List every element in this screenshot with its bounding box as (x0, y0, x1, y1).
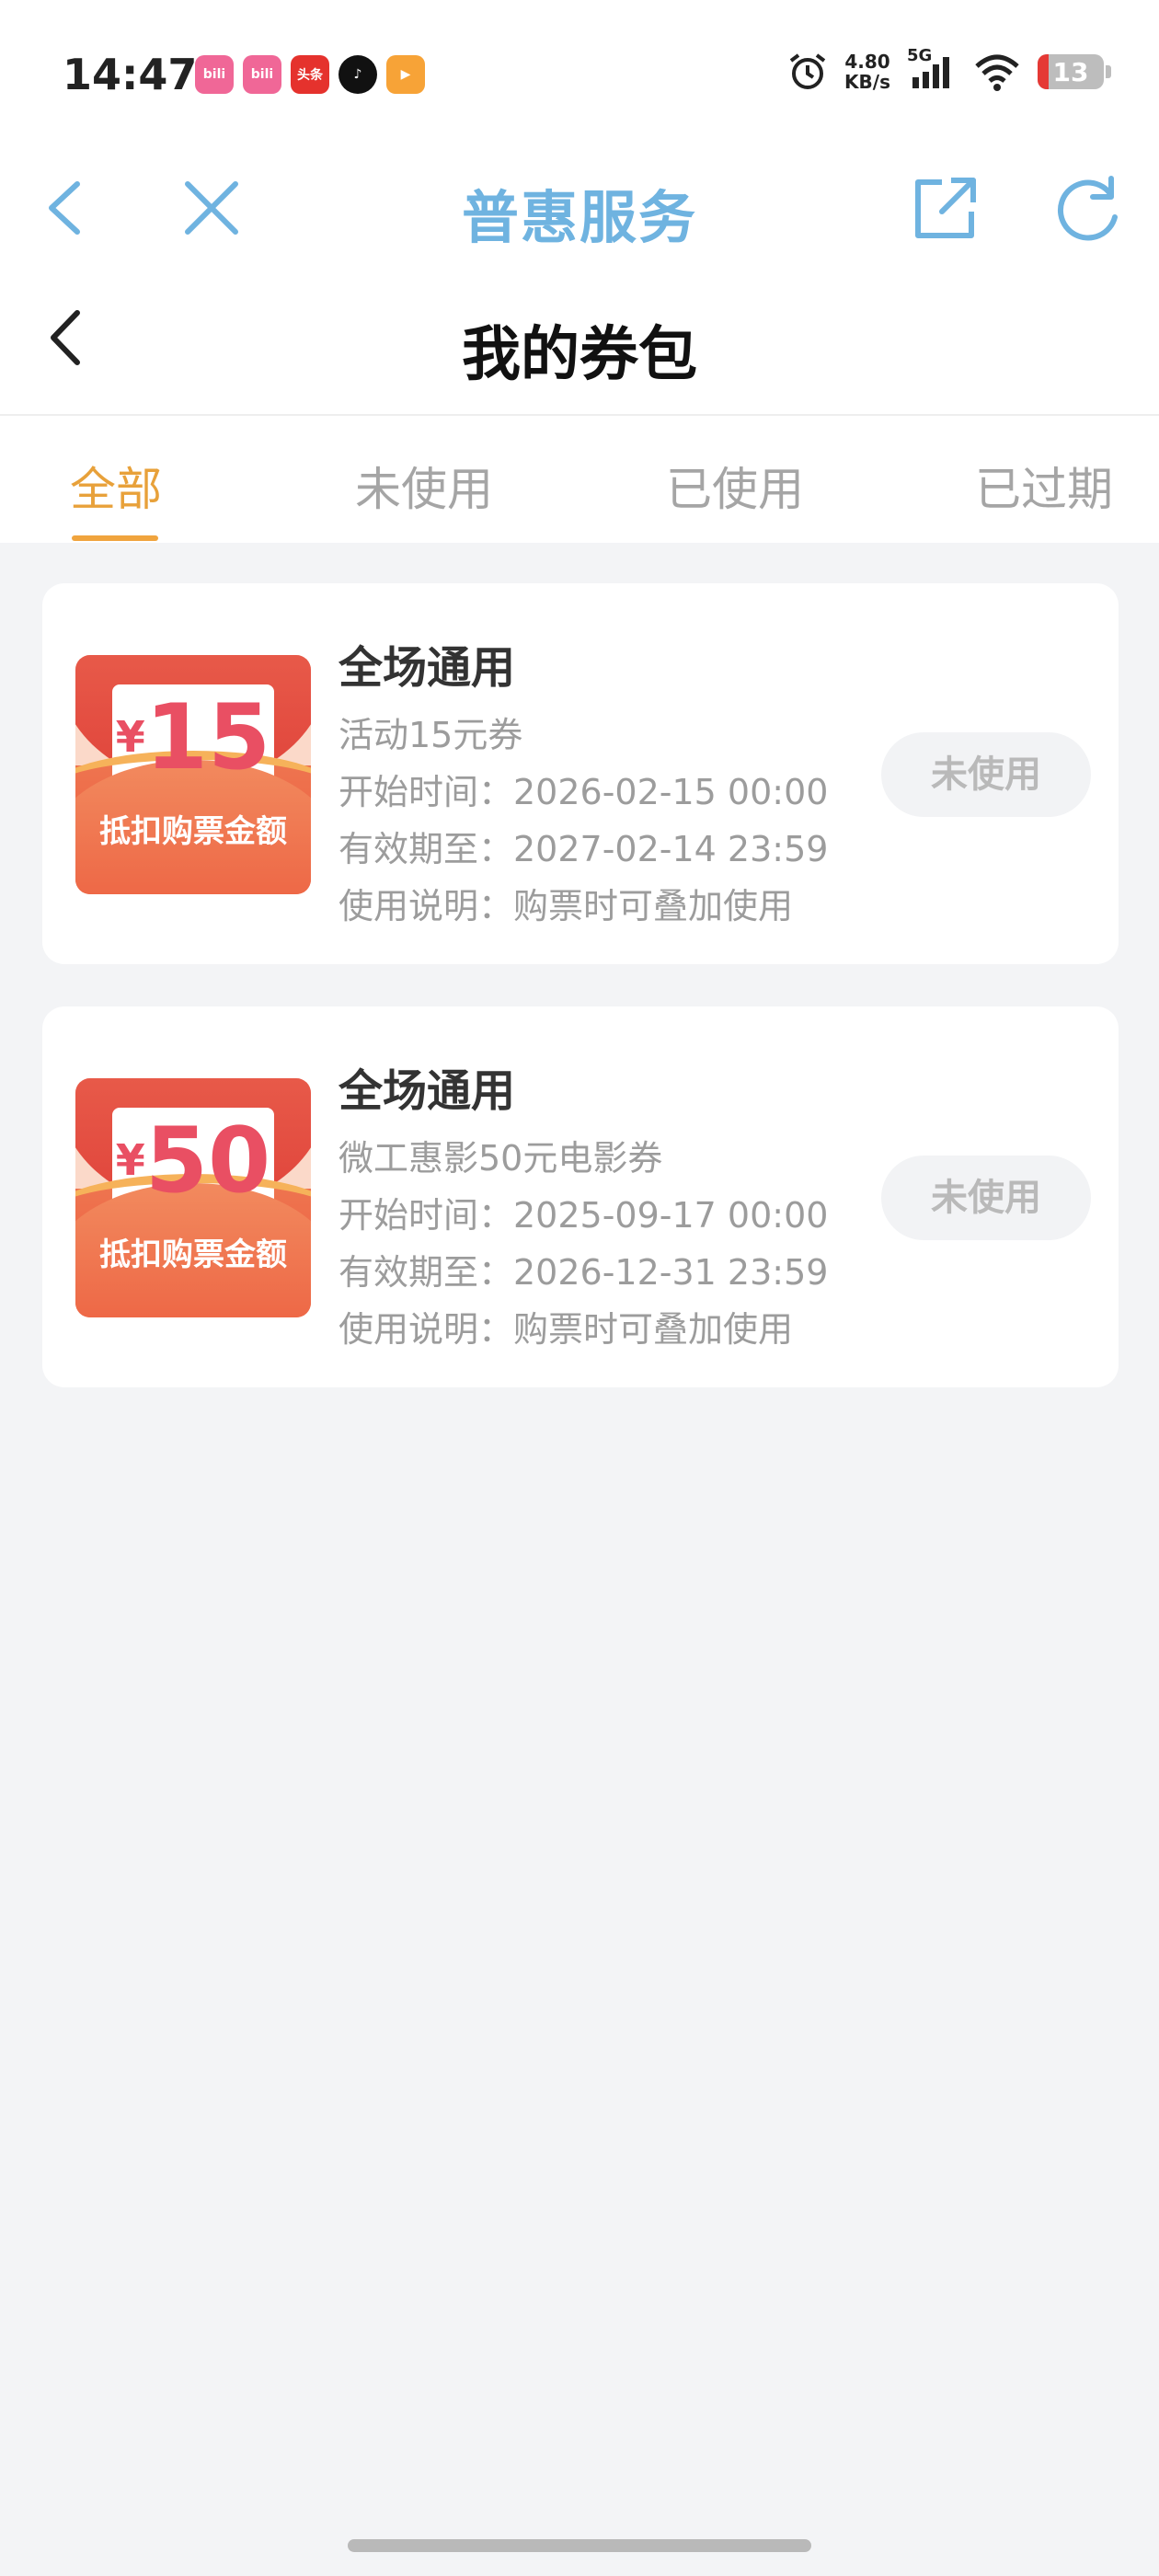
status-right: 4.80 KB/s 5G 13 (787, 46, 1111, 92)
page-title: 我的券包 (462, 321, 697, 389)
home-indicator[interactable] (348, 2539, 811, 2552)
app-icon-text: ▶ (400, 67, 411, 82)
coupon-amount: ¥15 (75, 692, 311, 784)
net-speed-value: 4.80 (844, 51, 890, 73)
bilibili-icon: bili (243, 55, 281, 94)
coupon-subtitle: 活动15元券 (339, 715, 523, 755)
amount-value: 15 (144, 685, 271, 790)
net-speed-unit: KB/s (844, 71, 890, 93)
app-icon-text: 头条 (297, 68, 323, 83)
coupon-title: 全场通用 (339, 1065, 516, 1117)
nav-title: 普惠服务 (461, 184, 697, 251)
coupon-card[interactable]: ¥50 抵扣购票金额 全场通用 微工惠影50元电影券 开始时间：2025-09-… (42, 1006, 1119, 1387)
active-tab-indicator (72, 535, 158, 541)
coupon-expire-time: 有效期至：2026-12-31 23:59 (339, 1252, 829, 1293)
coupon-badge: ¥15 抵扣购票金额 (75, 655, 311, 894)
battery-level: 13 (1052, 56, 1089, 87)
coupon-subtitle: 微工惠影50元电影券 (339, 1138, 663, 1179)
coupon-start-time: 开始时间：2026-02-15 00:00 (339, 772, 829, 812)
currency-symbol: ¥ (115, 712, 145, 762)
tab-expired[interactable]: 已过期 (975, 453, 1113, 519)
notification-app-icons: bili bili 头条 ♪ ▶ (195, 55, 425, 94)
status-time: 14:47 (63, 50, 198, 99)
coupon-usage-note: 使用说明：购票时可叠加使用 (339, 1309, 794, 1350)
page-header: 我的券包 (0, 267, 1159, 416)
signal-icon: 5G (907, 46, 957, 92)
tab-used[interactable]: 已使用 (666, 453, 804, 519)
battery-icon: 13 (1038, 54, 1111, 89)
coupon-expire-time: 有效期至：2027-02-14 23:59 (339, 829, 829, 869)
coupon-badge-label: 抵扣购票金额 (99, 813, 287, 850)
app-icon-text: bili (202, 67, 226, 82)
coupon-start-time: 开始时间：2025-09-17 00:00 (339, 1195, 829, 1236)
wifi-icon (975, 54, 1019, 91)
tab-unused[interactable]: 未使用 (355, 453, 493, 519)
currency-symbol: ¥ (115, 1135, 145, 1185)
refresh-icon[interactable] (1050, 171, 1124, 245)
share-icon[interactable] (909, 171, 982, 245)
coupon-usage-note: 使用说明：购票时可叠加使用 (339, 886, 794, 926)
status-bar: 14:47 bili bili 头条 ♪ ▶ 4.80 KB/s 5G 13 (0, 0, 1159, 147)
app-icon-text: ♪ (353, 67, 362, 82)
coupon-amount: ¥50 (75, 1115, 311, 1207)
toutiao-icon: 头条 (291, 55, 329, 94)
coupon-status-button[interactable]: 未使用 (881, 1156, 1091, 1240)
video-app-icon: ▶ (386, 55, 425, 94)
coupon-status-button[interactable]: 未使用 (881, 732, 1091, 817)
bilibili-icon: bili (195, 55, 234, 94)
alarm-icon (789, 53, 826, 89)
coupon-badge: ¥50 抵扣购票金额 (75, 1078, 311, 1317)
coupon-badge-label: 抵扣购票金额 (99, 1236, 287, 1273)
app-icon-text: bili (250, 67, 274, 82)
coupon-tabs: 全部 未使用 已使用 已过期 (0, 416, 1159, 543)
nav-bar: 普惠服务 (0, 147, 1159, 267)
amount-value: 50 (144, 1109, 271, 1213)
coupon-card[interactable]: ¥15 抵扣购票金额 全场通用 活动15元券 开始时间：2026-02-15 0… (42, 583, 1119, 964)
coupon-title: 全场通用 (339, 642, 516, 694)
tab-all[interactable]: 全部 (70, 453, 162, 519)
tiktok-icon: ♪ (339, 55, 377, 94)
network-speed: 4.80 KB/s (844, 52, 890, 92)
